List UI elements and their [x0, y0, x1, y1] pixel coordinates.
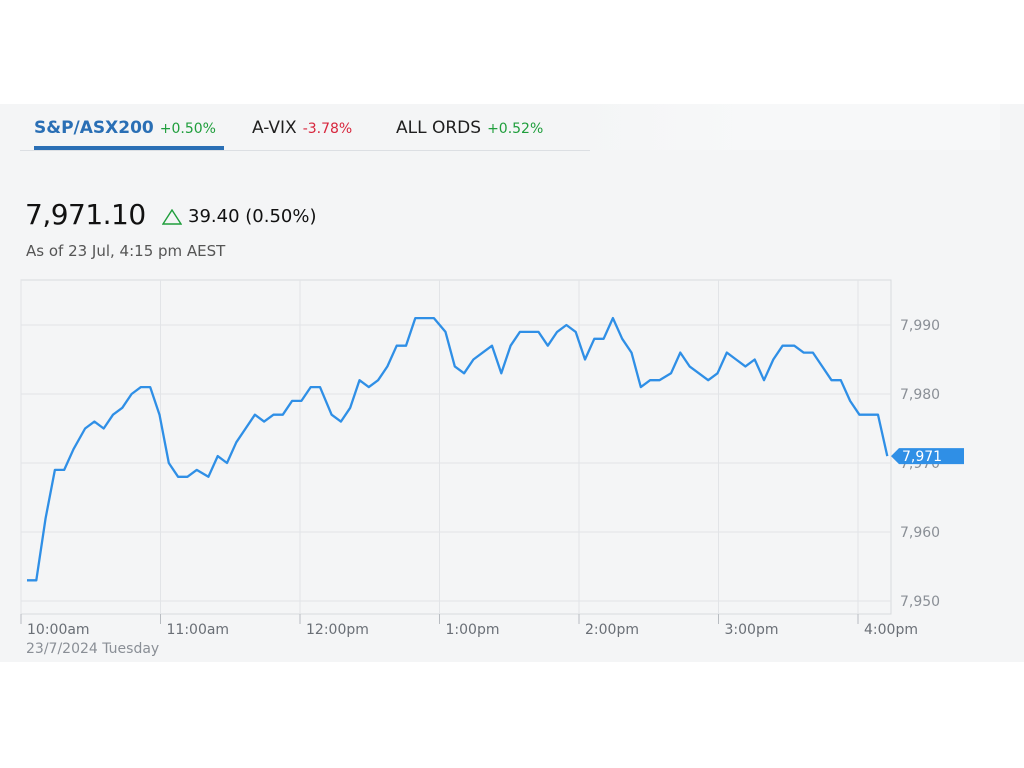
x-tick-label: 11:00am — [167, 622, 230, 638]
plot-frame — [20, 279, 892, 615]
y-tick-label: 7,980 — [900, 387, 940, 403]
x-tick-label: 4:00pm — [864, 622, 918, 638]
y-tick-label: 7,950 — [900, 594, 940, 610]
last-value-marker: 7,971 — [891, 448, 964, 465]
intraday-chart[interactable]: 7,9507,9607,9707,9807,990 10:00am11:00am… — [0, 0, 1024, 768]
chart-grid — [20, 279, 892, 615]
last-value-label: 7,971 — [902, 449, 942, 465]
x-axis-labels: 10:00am 11:00am 12:00pm 1:00pm 2:00pm 3:00pm 4… — [27, 622, 918, 638]
y-tick-label: 7,960 — [900, 525, 940, 541]
x-tick-label: 10:00am — [27, 622, 90, 638]
x-tick-label: 2:00pm — [585, 622, 639, 638]
x-tick-label: 1:00pm — [446, 622, 500, 638]
y-tick-label: 7,990 — [900, 318, 940, 334]
date-label: 23/7/2024 Tuesday — [26, 641, 159, 657]
x-tick-label: 3:00pm — [725, 622, 779, 638]
x-tick-label: 12:00pm — [306, 622, 369, 638]
